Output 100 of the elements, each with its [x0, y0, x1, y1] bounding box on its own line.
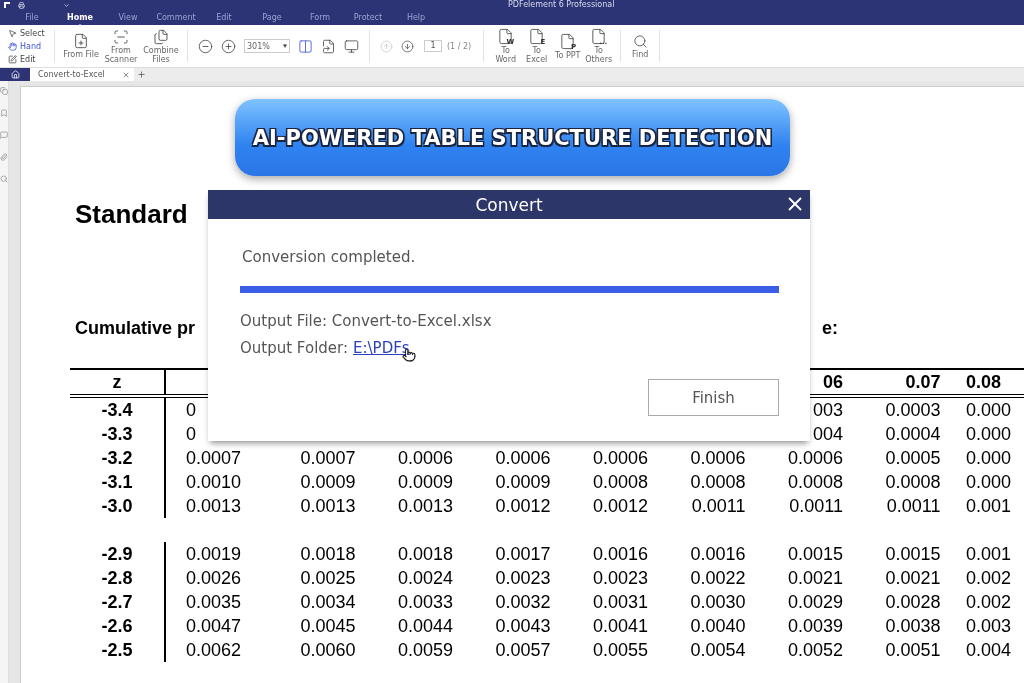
table-cell-text: 0.0010 [186, 471, 243, 494]
table-cell-text: 0.0025 [299, 567, 356, 590]
folder-link[interactable]: E:\PDFs [353, 338, 410, 358]
table-cell-text: 0.0011 [690, 495, 746, 518]
table-cell-text: 0.0052 [786, 639, 843, 662]
table-cell-text: 0.0047 [186, 615, 243, 638]
table-cell-text: 0.0032 [494, 591, 551, 614]
next-page-button[interactable] [401, 39, 414, 53]
menu-tab[interactable]: Comment [152, 9, 200, 26]
monitor-button[interactable] [344, 38, 359, 54]
page-count: (1 / 2) [447, 41, 472, 51]
table-cell-text: 0.0006 [689, 447, 746, 470]
table-cell-text: 0.0003 [884, 399, 941, 422]
paperclip-button[interactable] [0, 153, 8, 161]
table-cell-text: 0.0008 [884, 471, 941, 494]
table-cell-text: 0.0004 [884, 423, 941, 446]
finish-button[interactable]: Finish [648, 379, 779, 416]
table-cell-text: 0.0013 [299, 495, 356, 518]
table-cell-text: 0.0054 [689, 639, 746, 662]
table-cell-text: 0 [186, 399, 197, 422]
table-cell-text: 0.0018 [396, 543, 453, 566]
table-cell-text: 0.0034 [299, 591, 356, 614]
menu-tab[interactable]: View [104, 9, 152, 26]
table-cell-text: 0.0031 [591, 591, 648, 614]
table-cell-text: 0.001 [966, 495, 1013, 518]
menu-tab[interactable]: Home [56, 9, 104, 26]
table-cell-text: 0.0039 [786, 615, 843, 638]
table-cell-text: 0.0022 [689, 567, 746, 590]
create-button[interactable]: Combine Files [141, 28, 181, 64]
table-cell-text: 0.003 [966, 615, 1013, 638]
table-cell-text: 0.0007 [299, 447, 356, 470]
mode-button[interactable]: Hand [8, 40, 48, 52]
table-cell-text: 0.0023 [591, 567, 648, 590]
table-cell-text: 0.0035 [186, 591, 243, 614]
row-header: -2.9 [70, 542, 166, 566]
mode-button[interactable]: Select [8, 27, 48, 39]
page-arrow-button[interactable] [321, 38, 336, 54]
menu-tab[interactable]: Edit [200, 9, 248, 26]
pointer-icon [8, 28, 17, 38]
create-button[interactable]: From Scanner [101, 28, 141, 64]
table-cell-text: 0.0012 [591, 495, 648, 518]
zoom-in-button[interactable] [221, 38, 236, 54]
plus-icon [137, 70, 146, 79]
menu-tab[interactable]: Help [392, 9, 440, 26]
home-icon [10, 70, 20, 79]
table-cell-text: 0.0009 [299, 471, 356, 494]
table-cell-text: 0.0006 [396, 447, 453, 470]
create-button[interactable]: From File [61, 33, 101, 59]
output-file-text: Output File: Convert-to-Excel.xlsx [240, 311, 493, 331]
table-cell-text: 0.0055 [591, 639, 648, 662]
bookmark-button[interactable] [0, 109, 8, 117]
table-cell-text: 0.0043 [494, 615, 551, 638]
table-cell-text: 0.0013 [396, 495, 453, 518]
menu-tab[interactable]: File [8, 9, 56, 26]
table-cell-text: 0.0006 [786, 447, 843, 470]
chevron-down-icon[interactable] [63, 1, 70, 9]
table-cell-text: 0.0041 [591, 615, 648, 638]
table-cell-text: 0.0060 [299, 639, 356, 662]
table-cell-text: 0.0024 [396, 567, 453, 590]
document-tab[interactable]: Convert-to-Excel [30, 68, 134, 81]
table-cell-text: 0.001 [966, 543, 1013, 566]
table-cell-text: 0.0045 [299, 615, 356, 638]
headline-banner: AI-POWERED TABLE STRUCTURE DETECTION [235, 99, 790, 176]
zoom-out-button[interactable] [198, 38, 213, 54]
table-cell-text: 0.000 [966, 447, 1013, 470]
home-tab[interactable] [0, 68, 30, 81]
table-cell-text: 0.0057 [494, 639, 551, 662]
mode-button[interactable]: Edit [8, 53, 48, 65]
zoom-field[interactable]: 301% [244, 39, 290, 53]
table-cell-text: 0.000 [966, 471, 1013, 494]
search-button[interactable] [0, 175, 8, 183]
window-title: PDFelement 6 Professional [508, 0, 615, 10]
scanner-icon [113, 28, 129, 45]
table-cell-text: 0.0007 [186, 447, 243, 470]
menu-tab[interactable]: Form [296, 9, 344, 26]
table-cell-text: 0.0008 [689, 471, 746, 494]
row-header: -2.7 [70, 590, 166, 614]
table-cell-text: 0.0044 [396, 615, 453, 638]
close-icon[interactable] [122, 70, 130, 79]
fit-page-button[interactable] [298, 38, 313, 54]
table-cell-text: 0.0023 [494, 567, 551, 590]
table-cell-text: 0.0012 [494, 495, 551, 518]
find-button[interactable]: Find [627, 33, 654, 59]
page-number-field[interactable]: 1 [424, 40, 442, 52]
table-cell-text: 0.0021 [786, 567, 843, 590]
table-cell-text: 0.002 [966, 591, 1013, 614]
menu-tab[interactable]: Protect [344, 9, 392, 26]
row-header: -3.4 [70, 398, 166, 422]
table-cell-text: 003 [811, 399, 843, 422]
status-message: Conversion completed. [242, 247, 417, 267]
printer-icon[interactable] [18, 1, 25, 9]
menu-tab[interactable]: Page [248, 9, 296, 26]
table-cell-text: 0.0021 [884, 567, 941, 590]
table-cell-text: 0.0008 [786, 471, 843, 494]
table-caption: Cumulative pr [75, 317, 196, 339]
column-header: 0.08 [966, 371, 1003, 394]
table-cell-text: 0.0059 [396, 639, 453, 662]
table-cell-text: 0.0019 [186, 543, 243, 566]
column-header: 06 [821, 371, 843, 394]
table-cell-text: 0.000 [966, 399, 1013, 422]
